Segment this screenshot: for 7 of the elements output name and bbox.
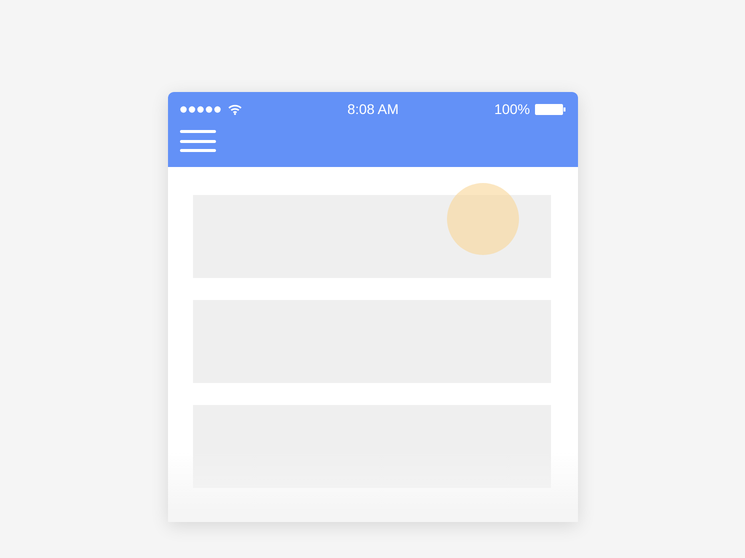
wifi-icon: [228, 104, 242, 114]
battery-icon: [535, 104, 566, 114]
menu-button[interactable]: [180, 130, 216, 152]
battery-percent: 100%: [494, 101, 530, 117]
status-time: 8:08 AM: [347, 101, 399, 117]
placeholder-card[interactable]: [193, 195, 551, 278]
signal-icon: [180, 106, 222, 112]
